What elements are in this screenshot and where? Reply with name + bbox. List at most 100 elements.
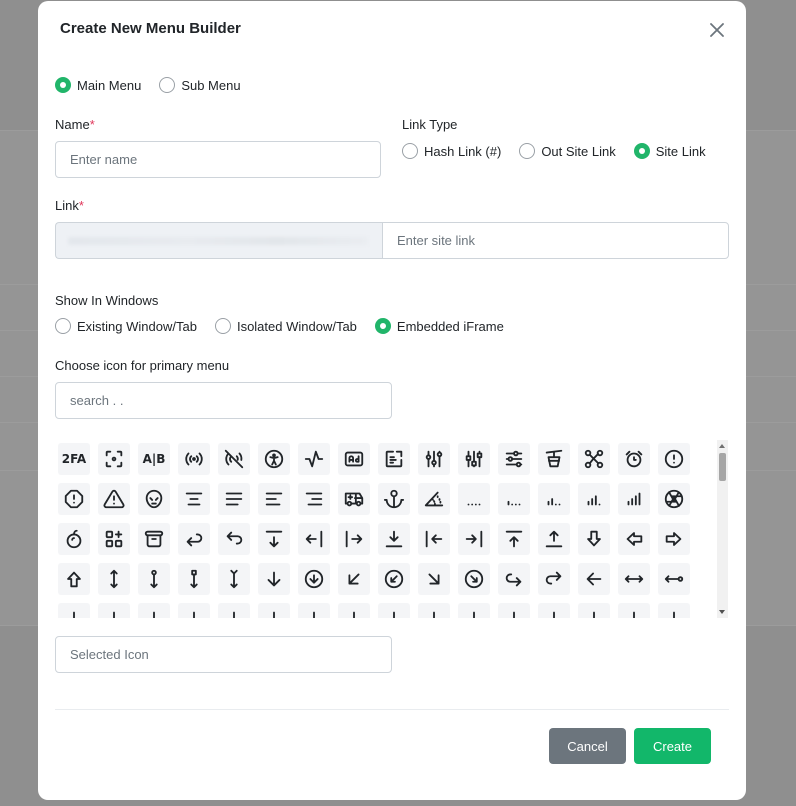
icon-option[interactable] [258,603,290,618]
icon-option[interactable] [298,443,330,475]
radio-main-menu[interactable]: Main Menu [55,77,141,93]
icon-option[interactable] [58,603,90,618]
icon-option[interactable] [658,483,690,515]
icon-option[interactable] [658,603,690,618]
icon-search-input[interactable]: search . . [55,382,392,419]
icon-option[interactable] [498,443,530,475]
icon-option[interactable] [578,563,610,595]
icon-option[interactable] [98,483,130,515]
radio-button[interactable] [633,143,650,159]
radio-button[interactable] [55,77,71,93]
radio-hash-link[interactable]: Hash Link (#) [402,143,501,159]
icon-option[interactable] [458,603,490,618]
icon-option[interactable] [578,603,610,618]
icon-option[interactable] [458,443,490,475]
icon-option[interactable] [138,483,170,515]
icon-option[interactable] [538,603,570,618]
scroll-down-arrow[interactable] [719,610,725,614]
icon-option[interactable] [258,443,290,475]
icon-option[interactable] [498,603,530,618]
icon-option[interactable] [218,563,250,595]
icon-option[interactable] [98,443,130,475]
icon-option[interactable] [418,563,450,595]
icon-option[interactable] [498,523,530,555]
icon-option[interactable] [618,603,650,618]
icon-option[interactable] [578,483,610,515]
icon-option[interactable] [138,563,170,595]
icon-option[interactable] [418,483,450,515]
icon-option[interactable] [218,603,250,618]
icon-option[interactable] [418,443,450,475]
icon-option[interactable] [258,483,290,515]
icon-option[interactable] [578,443,610,475]
icon-option[interactable] [98,563,130,595]
icon-grid-scrollbar[interactable] [717,440,728,618]
icon-option[interactable] [178,483,210,515]
icon-option[interactable] [458,523,490,555]
icon-option[interactable] [58,483,90,515]
icon-option[interactable] [338,603,370,618]
icon-option[interactable]: A|B [138,443,170,475]
icon-option[interactable] [538,443,570,475]
icon-option[interactable] [218,443,250,475]
cancel-button[interactable]: Cancel [549,728,626,764]
icon-option[interactable] [258,523,290,555]
icon-option[interactable] [218,483,250,515]
icon-option[interactable] [458,483,490,515]
scroll-up-arrow[interactable] [719,444,725,448]
icon-option[interactable] [658,443,690,475]
icon-option[interactable] [258,563,290,595]
icon-option[interactable] [298,563,330,595]
icon-option[interactable] [138,523,170,555]
icon-option[interactable] [498,563,530,595]
icon-option[interactable] [618,563,650,595]
icon-option[interactable] [538,523,570,555]
icon-option[interactable] [138,603,170,618]
icon-option[interactable] [58,563,90,595]
icon-option[interactable] [338,523,370,555]
radio-site-link[interactable]: Site Link [633,143,706,159]
icon-option[interactable] [618,443,650,475]
radio-button[interactable] [55,318,71,334]
icon-option[interactable] [218,523,250,555]
radio-button[interactable] [214,318,231,334]
icon-option[interactable] [178,443,210,475]
icon-option[interactable] [178,603,210,618]
radio-button[interactable] [519,143,536,159]
icon-option[interactable] [378,523,410,555]
radio-button[interactable] [402,143,418,159]
icon-option[interactable] [338,443,370,475]
radio-isolated-window[interactable]: Isolated Window/Tab [214,318,357,334]
radio-out-site-link[interactable]: Out Site Link [519,143,616,159]
icon-option[interactable] [458,563,490,595]
icon-option[interactable] [178,563,210,595]
icon-option[interactable] [338,483,370,515]
icon-option[interactable] [658,523,690,555]
icon-option[interactable] [418,603,450,618]
icon-option[interactable] [538,483,570,515]
icon-option[interactable] [58,523,90,555]
icon-option[interactable] [98,603,130,618]
radio-existing-window[interactable]: Existing Window/Tab [55,318,197,334]
icon-option[interactable] [498,483,530,515]
icon-option[interactable] [658,563,690,595]
icon-option[interactable]: 2FA [58,443,90,475]
radio-embedded-iframe[interactable]: Embedded iFrame [374,318,504,334]
icon-option[interactable] [298,523,330,555]
radio-button[interactable] [374,318,391,334]
close-button[interactable] [706,19,728,41]
icon-option[interactable] [378,443,410,475]
icon-option[interactable] [618,523,650,555]
icon-option[interactable] [298,483,330,515]
icon-option[interactable] [618,483,650,515]
icon-option[interactable] [378,603,410,618]
name-input[interactable]: Enter name [55,141,381,178]
icon-option[interactable] [98,523,130,555]
icon-option[interactable] [178,523,210,555]
scroll-thumb[interactable] [719,453,726,481]
icon-option[interactable] [378,483,410,515]
icon-option[interactable] [338,563,370,595]
radio-button[interactable] [159,77,176,93]
icon-option[interactable] [378,563,410,595]
icon-option[interactable] [578,523,610,555]
